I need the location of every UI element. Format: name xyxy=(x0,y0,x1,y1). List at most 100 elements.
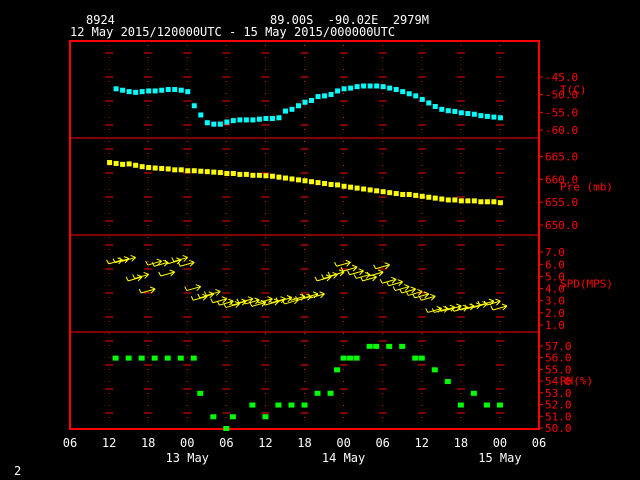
temperature-point xyxy=(309,97,315,103)
wind-arrow xyxy=(210,296,228,304)
humidity-point xyxy=(496,402,503,408)
temperature-point xyxy=(230,118,236,124)
pressure-point xyxy=(282,175,288,181)
humidity-point xyxy=(151,355,158,361)
date-label: 14 May xyxy=(322,451,365,465)
temperature-point xyxy=(367,83,373,89)
pressure-point xyxy=(426,194,432,200)
temperature-point xyxy=(328,91,334,97)
humidity-point xyxy=(412,355,419,361)
temperature-point xyxy=(432,103,438,109)
pressure-point xyxy=(419,193,425,199)
y-tick-label: 50.0 xyxy=(545,422,572,435)
humidity-point xyxy=(418,355,425,361)
pressure-point xyxy=(393,191,399,197)
temperature-point xyxy=(348,85,354,91)
pressure-point xyxy=(211,169,217,175)
pressure-point xyxy=(172,167,178,173)
temperature-point xyxy=(361,83,367,89)
pressure-point xyxy=(120,161,126,167)
temperature-point xyxy=(439,106,445,112)
pressure-point xyxy=(295,177,301,183)
temperature-point xyxy=(120,87,126,93)
x-tick-label: 12 xyxy=(102,436,116,450)
y-tick-label: -55.0 xyxy=(545,106,578,119)
wind-arrow xyxy=(392,284,410,292)
wind-arrow xyxy=(340,264,358,272)
temperature-point xyxy=(269,115,275,121)
humidity-point xyxy=(249,402,256,408)
pressure-point xyxy=(243,171,249,177)
humidity-point xyxy=(112,355,119,361)
pressure-point xyxy=(217,170,223,176)
pressure-point xyxy=(113,160,119,166)
humidity-point xyxy=(470,390,477,396)
temperature-point xyxy=(400,89,406,95)
temperature-point xyxy=(458,110,464,116)
pressure-point xyxy=(309,179,315,185)
humidity-point xyxy=(314,390,321,396)
temperature-point xyxy=(113,86,119,92)
temperature-point xyxy=(263,115,269,121)
x-tick-label: 06 xyxy=(63,436,77,450)
temperature-point xyxy=(256,116,262,122)
temperature-point xyxy=(133,89,139,95)
temperature-point xyxy=(204,120,210,126)
temperature-point xyxy=(497,115,503,121)
temperature-point xyxy=(172,87,178,93)
pressure-point xyxy=(224,170,230,176)
meteogram: 06 12 18 00 06 12 18 00 06 12 18 00 06 13 May 14 May 15… xyxy=(63,40,613,465)
temperature-point xyxy=(452,108,458,114)
temperature-point xyxy=(211,121,217,127)
pressure-point xyxy=(165,166,171,172)
y-tick-label: 665.0 xyxy=(545,151,578,164)
pressure-point xyxy=(367,187,373,193)
temperature-point xyxy=(224,119,230,125)
y-tick-label: 655.0 xyxy=(545,196,578,209)
pressure-point xyxy=(178,167,184,173)
humidity-point xyxy=(399,343,406,349)
date-label: 15 May xyxy=(478,451,521,465)
humidity-point xyxy=(262,414,269,420)
pressure-point xyxy=(328,181,334,187)
pressure-point xyxy=(302,178,308,184)
pressure-point xyxy=(406,191,412,197)
pressure-point xyxy=(471,198,477,204)
pressure-point xyxy=(374,188,380,194)
pressure-point xyxy=(458,198,464,204)
x-tick-label: 00 xyxy=(180,436,194,450)
y-tick-label: -60.0 xyxy=(545,124,578,137)
series-label: RH(%) xyxy=(560,375,593,388)
pressure-point xyxy=(263,173,269,179)
temperature-point xyxy=(354,84,360,90)
x-tick-label: 06 xyxy=(219,436,233,450)
x-tick-label: 06 xyxy=(375,436,389,450)
temperature-point xyxy=(152,88,158,94)
temperature-point xyxy=(335,88,341,94)
pressure-point xyxy=(497,200,503,206)
pressure-point xyxy=(335,182,341,188)
pressure-point xyxy=(484,199,490,205)
pressure-point xyxy=(354,185,360,191)
humidity-point xyxy=(138,355,145,361)
y-tick-label: 3.0 xyxy=(545,295,565,308)
humidity-point xyxy=(373,343,380,349)
temperature-point xyxy=(387,85,393,91)
page-number: 2 xyxy=(14,464,22,478)
humidity-point xyxy=(483,402,490,408)
temperature-point xyxy=(406,91,412,97)
temperature-point xyxy=(185,89,191,95)
pressure-point xyxy=(322,181,328,187)
x-tick-label: 12 xyxy=(415,436,429,450)
humidity-point xyxy=(210,414,217,420)
pressure-point xyxy=(269,173,275,179)
humidity-point xyxy=(197,390,204,396)
humidity-point xyxy=(444,379,451,385)
humidity-point xyxy=(223,426,230,431)
humidity-point xyxy=(457,402,464,408)
series-label: Pre (mb) xyxy=(560,181,613,194)
y-tick-label: 7.0 xyxy=(545,246,565,259)
pressure-point xyxy=(387,190,393,196)
pressure-point xyxy=(465,198,471,204)
x-tick-label: 12 xyxy=(258,436,272,450)
